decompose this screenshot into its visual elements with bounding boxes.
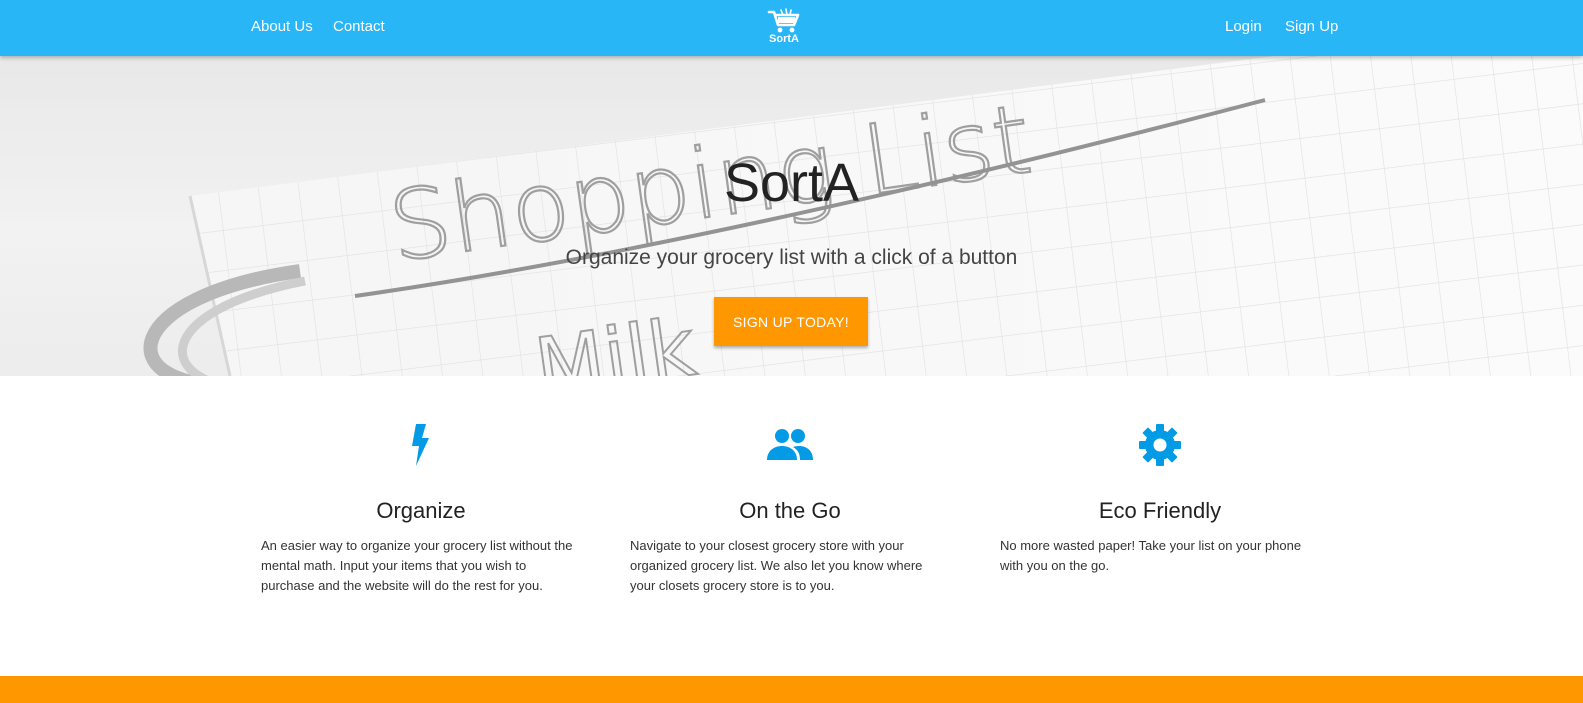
hero-title: SortA (723, 153, 860, 213)
feature-text-eco-friendly: No more wasted paper! Take your list on … (1000, 538, 1302, 573)
gear-icon (1139, 424, 1181, 466)
feature-text-on-the-go: Navigate to your closest grocery store w… (630, 538, 923, 593)
feature-title-organize: Organize (376, 498, 466, 523)
feature-on-the-go: On the Go Navigate to your closest groce… (630, 420, 950, 596)
footer-bar (0, 676, 1583, 703)
feature-text-organize: An easier way to organize your grocery l… (261, 538, 573, 593)
feature-title-on-the-go: On the Go (739, 498, 841, 523)
shopping-cart-icon (767, 8, 800, 33)
flash-icon (412, 424, 429, 466)
top-navbar: About Us Contact SortA Login Sign Up (0, 0, 1583, 56)
nav-about-us-link[interactable]: About Us (251, 18, 313, 35)
brand-name: SortA (769, 33, 799, 45)
hero-subtitle: Organize your grocery list with a click … (565, 246, 1018, 269)
brand-logo[interactable]: SortA (758, 8, 810, 50)
nav-contact-link[interactable]: Contact (333, 18, 385, 35)
feature-title-eco-friendly: Eco Friendly (1098, 498, 1222, 523)
sign-up-today-button[interactable]: SIGN UP TODAY! (714, 297, 868, 346)
nav-login-link[interactable]: Login (1225, 18, 1262, 35)
feature-eco-friendly: Eco Friendly No more wasted paper! Take … (1000, 420, 1320, 576)
people-icon (767, 429, 813, 460)
feature-organize: Organize An easier way to organize your … (261, 420, 581, 596)
nav-sign-up-link[interactable]: Sign Up (1285, 18, 1338, 35)
hero-section: Shopping List Milk SortA Organize your g… (0, 56, 1583, 376)
